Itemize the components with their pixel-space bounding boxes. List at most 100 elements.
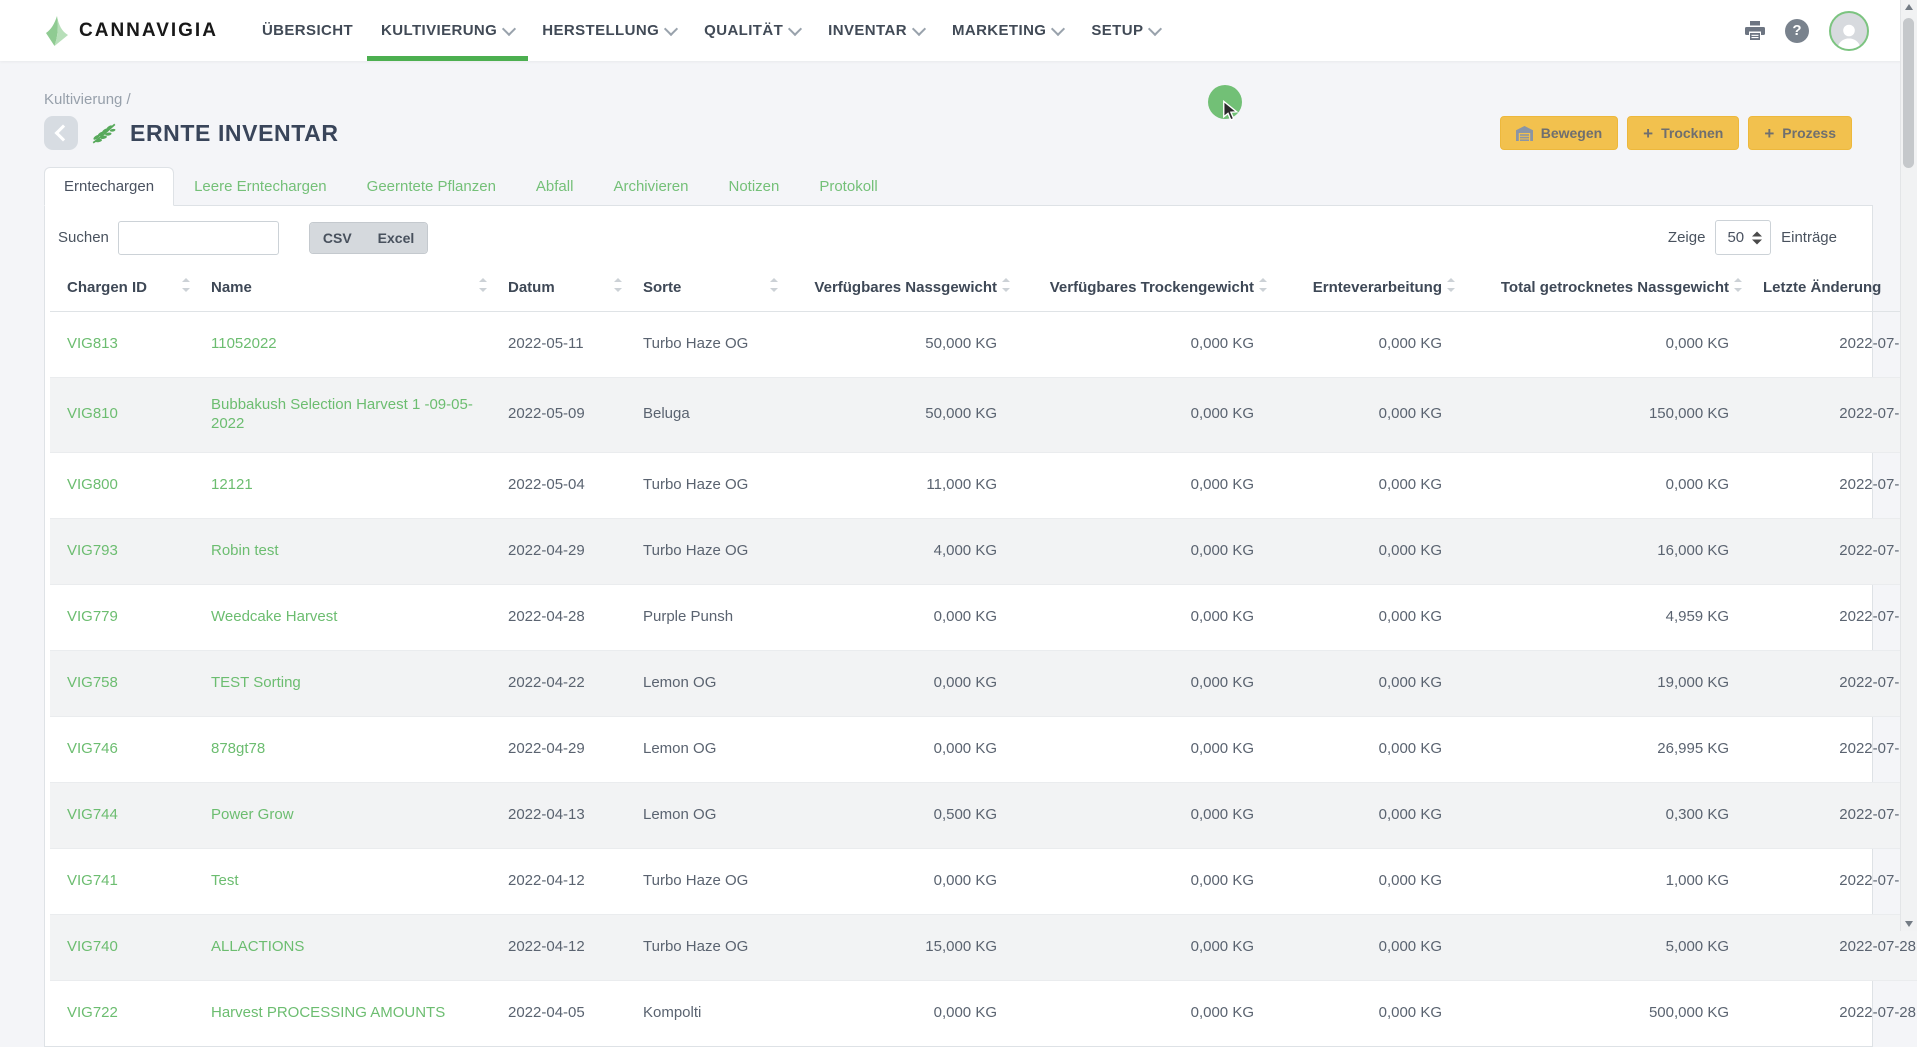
warehouse-icon (1516, 126, 1533, 141)
nav-item[interactable]: HERSTELLUNG (528, 0, 690, 61)
harvest-table: Chargen ID Name Datum Sorte Verfügbares … (50, 269, 1917, 1046)
charge-name-link[interactable]: ALLACTIONS (211, 938, 304, 955)
tab-label: Archivieren (613, 178, 688, 195)
charge-id-link[interactable]: VIG722 (67, 1004, 118, 1021)
col-trockengewicht[interactable]: Verfügbares Trockengewicht (1014, 269, 1271, 312)
nav-item[interactable]: MARKETING (938, 0, 1077, 61)
charge-id-link[interactable]: VIG744 (67, 806, 118, 823)
charge-name-link[interactable]: Bubbakush Selection Harvest 1 -09-05-202… (211, 396, 473, 432)
help-button[interactable]: ? (1785, 19, 1809, 43)
tab-label: Notizen (728, 178, 779, 195)
page-size-control: Zeige 50 Einträge (1668, 220, 1837, 255)
tab[interactable]: Leere Erntechargen (174, 167, 347, 206)
trockengewicht-cell: 0,000 KG (1014, 914, 1271, 980)
charge-name-link[interactable]: Power Grow (211, 806, 294, 823)
tab[interactable]: Archivieren (593, 167, 708, 206)
tab-label: Leere Erntechargen (194, 178, 327, 195)
col-ernteverarbeitung[interactable]: Ernteverarbeitung (1271, 269, 1459, 312)
tab[interactable]: Erntechargen (44, 167, 174, 206)
nav-item[interactable]: QUALITÄT (690, 0, 814, 61)
printer-icon (1745, 21, 1765, 40)
total-getrocknet-cell: 26,995 KG (1459, 716, 1746, 782)
trocknen-button[interactable]: + Trocknen (1627, 116, 1739, 150)
datum-cell: 2022-05-04 (491, 452, 626, 518)
charge-id-link[interactable]: VIG740 (67, 938, 118, 955)
col-nassgewicht[interactable]: Verfügbares Nassgewicht (782, 269, 1014, 312)
tab-bar: Erntechargen Leere Erntechargen Geerntet… (44, 167, 1873, 205)
datum-cell: 2022-04-12 (491, 914, 626, 980)
back-button[interactable] (44, 116, 78, 150)
datum-cell: 2022-04-05 (491, 980, 626, 1046)
nav-item-label: ÜBERSICHT (262, 22, 353, 39)
sorte-cell: Turbo Haze OG (626, 518, 782, 584)
nassgewicht-cell: 15,000 KG (782, 914, 1014, 980)
excel-button[interactable]: Excel (365, 223, 428, 253)
ernteverarbeitung-cell: 0,000 KG (1271, 584, 1459, 650)
charge-id-link[interactable]: VIG779 (67, 608, 118, 625)
col-sorte[interactable]: Sorte (626, 269, 782, 312)
table-card: Suchen CSV Excel Zeige 50 Einträge Charg… (44, 205, 1873, 1047)
nav-item[interactable]: INVENTAR (814, 0, 938, 61)
print-button[interactable] (1745, 21, 1765, 40)
col-datum[interactable]: Datum (491, 269, 626, 312)
charge-name-link[interactable]: Harvest PROCESSING AMOUNTS (211, 1004, 445, 1021)
charge-id-link[interactable]: VIG800 (67, 476, 118, 493)
col-total-getrocknet[interactable]: Total getrocknetes Nassgewicht (1459, 269, 1746, 312)
charge-name-link[interactable]: Test (211, 872, 239, 889)
ernteverarbeitung-cell: 0,000 KG (1271, 782, 1459, 848)
table-controls: Suchen CSV Excel Zeige 50 Einträge (50, 206, 1867, 267)
charge-name-link[interactable]: 12121 (211, 476, 253, 493)
charge-id-link[interactable]: VIG758 (67, 674, 118, 691)
nav-item[interactable]: KULTIVIERUNG (367, 0, 528, 61)
title-actions: Bewegen + Trocknen + Prozess (1500, 116, 1873, 150)
scrollbar-thumb[interactable] (1903, 18, 1914, 168)
col-letzte-aenderung[interactable]: Letzte Änderung (1746, 269, 1917, 312)
charge-name-link[interactable]: Robin test (211, 542, 279, 559)
nassgewicht-cell: 4,000 KG (782, 518, 1014, 584)
trockengewicht-cell: 0,000 KG (1014, 518, 1271, 584)
charge-id-link[interactable]: VIG746 (67, 740, 118, 757)
scroll-up-icon[interactable] (1905, 4, 1913, 10)
nassgewicht-cell: 0,000 KG (782, 650, 1014, 716)
table-row: VIG810 Bubbakush Selection Harvest 1 -09… (50, 378, 1917, 453)
scrollbar[interactable] (1900, 0, 1917, 931)
charge-name-link[interactable]: 878gt78 (211, 740, 265, 757)
brand-logo[interactable]: CANNAVIGIA (44, 0, 218, 61)
csv-button[interactable]: CSV (310, 223, 365, 253)
tab[interactable]: Protokoll (799, 167, 897, 206)
charge-id-link[interactable]: VIG793 (67, 542, 118, 559)
col-chargen-id[interactable]: Chargen ID (50, 269, 194, 312)
charge-id-link[interactable]: VIG813 (67, 335, 118, 352)
page-size-value: 50 (1727, 229, 1744, 246)
letzte-aenderung-cell: 2022-07-28 (1746, 452, 1917, 518)
charge-id-link[interactable]: VIG741 (67, 872, 118, 889)
charge-name-link[interactable]: Weedcake Harvest (211, 608, 337, 625)
charge-name-link[interactable]: 11052022 (211, 335, 277, 352)
eintraege-label: Einträge (1781, 229, 1837, 246)
search-input[interactable] (118, 221, 279, 255)
chevron-down-icon (788, 21, 802, 35)
nav-item-label: HERSTELLUNG (542, 22, 659, 39)
letzte-aenderung-cell: 2022-07-28 (1746, 914, 1917, 980)
page-content: Kultivierung / ERNTE INVENTAR (0, 91, 1917, 1047)
datum-cell: 2022-04-12 (491, 848, 626, 914)
col-name[interactable]: Name (194, 269, 491, 312)
sorte-cell: Turbo Haze OG (626, 312, 782, 378)
nav-item[interactable]: ÜBERSICHT (248, 0, 367, 61)
sorte-cell: Turbo Haze OG (626, 848, 782, 914)
trockengewicht-cell: 0,000 KG (1014, 650, 1271, 716)
scroll-down-icon[interactable] (1905, 921, 1913, 927)
total-getrocknet-cell: 5,000 KG (1459, 914, 1746, 980)
tab[interactable]: Notizen (708, 167, 799, 206)
tab[interactable]: Abfall (516, 167, 594, 206)
charge-name-link[interactable]: TEST Sorting (211, 674, 301, 691)
tab[interactable]: Geerntete Pflanzen (347, 167, 516, 206)
trockengewicht-cell: 0,000 KG (1014, 312, 1271, 378)
page-size-select[interactable]: 50 (1715, 220, 1771, 255)
bewegen-button[interactable]: Bewegen (1500, 116, 1618, 150)
nav-item[interactable]: SETUP (1077, 0, 1174, 61)
charge-id-link[interactable]: VIG810 (67, 405, 118, 422)
prozess-button[interactable]: + Prozess (1748, 116, 1852, 150)
breadcrumb[interactable]: Kultivierung / (44, 91, 1873, 108)
user-avatar[interactable] (1829, 11, 1869, 51)
